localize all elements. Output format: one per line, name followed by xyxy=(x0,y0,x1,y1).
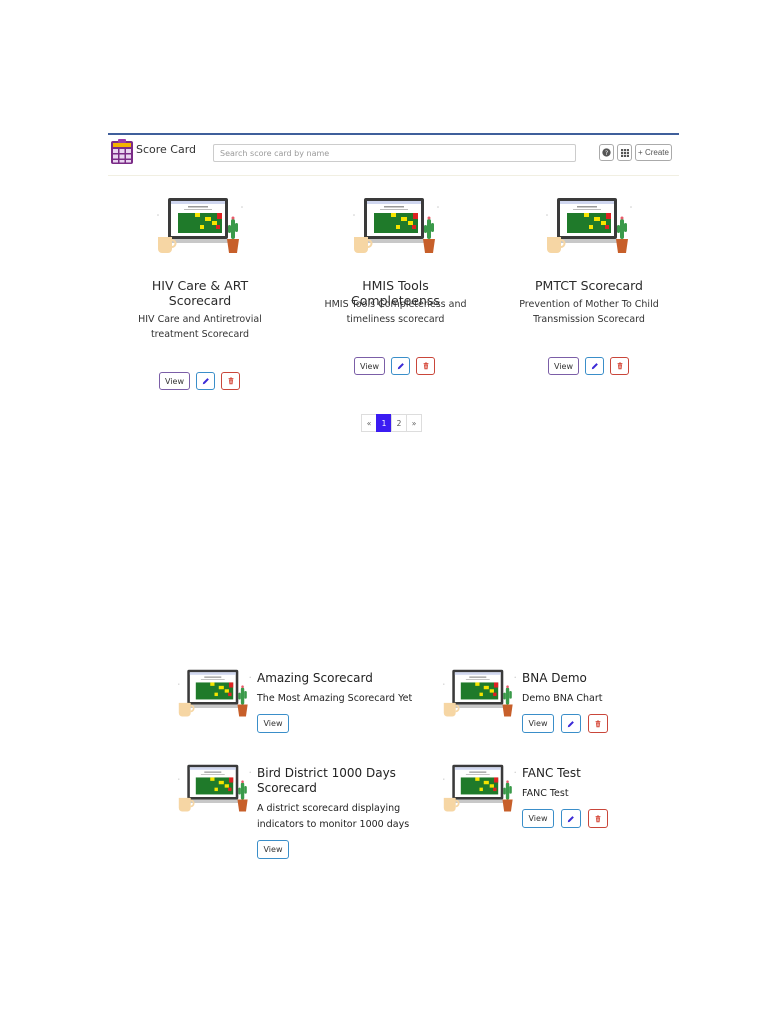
edit-button[interactable] xyxy=(196,372,215,390)
card-title: HIV Care & ART Scorecard xyxy=(130,278,270,308)
list-item-title: FANC Test xyxy=(522,766,581,781)
card-description: HMIS Tools Completeness and timeliness sc… xyxy=(318,298,473,327)
card-description-line: Prevention of Mother To Child xyxy=(519,299,659,310)
help-button[interactable]: ? xyxy=(599,144,614,161)
card-actions: View xyxy=(159,372,240,390)
list-item-actions: View xyxy=(522,714,608,733)
pagination-prev[interactable]: « xyxy=(361,414,377,432)
list-item-title-line: Amazing Scorecard xyxy=(257,671,373,685)
scorecard-thumbnail xyxy=(352,198,439,253)
scorecard-thumbnail xyxy=(178,764,251,812)
list-item-description: Demo BNA Chart xyxy=(522,691,603,707)
trash-icon xyxy=(423,362,428,370)
view-button[interactable]: View xyxy=(159,372,190,390)
card-title-line: PMTCT Scorecard xyxy=(535,278,643,293)
card-description-line: HMIS Tools Completeness and xyxy=(324,299,467,310)
edit-button[interactable] xyxy=(391,357,410,375)
scorecard-list-item: Bird District 1000 Days Scorecard A distri… xyxy=(172,762,432,872)
pencil-icon xyxy=(202,378,209,385)
scorecard-card: PMTCT Scorecard Prevention of Mother To C… xyxy=(514,195,664,395)
edit-button[interactable] xyxy=(561,714,581,733)
trash-icon xyxy=(595,719,601,727)
pagination-page-1[interactable]: 1 xyxy=(376,414,392,432)
list-item-title-line: Scorecard xyxy=(257,781,317,795)
card-actions: View xyxy=(548,357,629,375)
edit-button[interactable] xyxy=(585,357,604,375)
list-item-actions: View xyxy=(257,840,289,859)
pagination-next[interactable]: » xyxy=(406,414,422,432)
scorecard-card: HIV Care & ART Scorecard HIV Care and Anti… xyxy=(130,195,270,395)
card-description-line: treatment Scorecard xyxy=(150,328,250,340)
card-title-line: Scorecard xyxy=(168,293,232,308)
scorecard-logo-icon xyxy=(111,139,133,164)
delete-button[interactable] xyxy=(588,809,608,828)
view-button[interactable]: View xyxy=(522,809,554,828)
list-item-description: The Most Amazing Scorecard Yet xyxy=(257,691,412,707)
scorecard-thumbnail xyxy=(443,764,516,812)
list-item-title: Amazing Scorecard xyxy=(257,671,373,686)
scorecard-list-item: BNA Demo Demo BNA Chart View xyxy=(437,667,697,777)
card-description-line: Transmission Scorecard xyxy=(533,313,645,325)
list-item-title: Bird District 1000 Days Scorecard xyxy=(257,766,396,796)
delete-button[interactable] xyxy=(588,714,608,733)
card-description: HIV Care and Antiretrovial treatment Scor… xyxy=(130,313,270,342)
view-button[interactable]: View xyxy=(257,840,289,859)
scorecard-thumbnail xyxy=(546,198,632,253)
scorecard-card: HMIS Tools Completeenss HMIS Tools Comple… xyxy=(318,195,473,395)
list-item-description-line: The Most Amazing Scorecard Yet xyxy=(257,693,413,704)
list-item-description-line: indicators to monitor 1000 days xyxy=(257,819,410,830)
list-item-title-line: BNA Demo xyxy=(522,671,587,685)
pencil-icon xyxy=(591,363,598,370)
pagination-page-2[interactable]: 2 xyxy=(391,414,407,432)
pagination: « 1 2 » xyxy=(361,414,422,432)
view-button[interactable]: View xyxy=(548,357,579,375)
scorecard-thumbnail xyxy=(443,669,516,717)
scorecard-thumbnail xyxy=(178,669,251,717)
list-item-description-line: Demo BNA Chart xyxy=(522,693,603,704)
pencil-icon xyxy=(567,815,574,822)
list-item-description-line: FANC Test xyxy=(522,788,569,799)
view-button[interactable]: View xyxy=(522,714,554,733)
list-item-title: BNA Demo xyxy=(522,671,587,686)
search-input[interactable] xyxy=(213,144,576,162)
card-actions: View xyxy=(354,357,435,375)
view-button[interactable]: View xyxy=(257,714,289,733)
grid-view-button[interactable] xyxy=(617,144,632,161)
svg-text:?: ? xyxy=(605,150,608,157)
list-item-description: A district scorecard displaying indicator… xyxy=(257,801,409,833)
card-description: Prevention of Mother To Child Transmissio… xyxy=(514,298,664,327)
card-title-line: HIV Care & ART xyxy=(151,278,249,293)
question-circle-icon: ? xyxy=(602,148,611,157)
view-button[interactable]: View xyxy=(354,357,385,375)
card-title: PMTCT Scorecard xyxy=(514,278,664,293)
scorecard-thumbnail xyxy=(157,198,243,253)
scorecard-list-item: FANC Test FANC Test View xyxy=(437,762,697,872)
list-item-actions: View xyxy=(257,714,289,733)
card-description-line: timeliness scorecard xyxy=(346,313,445,325)
app-header: Score Card ? + Create xyxy=(108,133,679,176)
delete-button[interactable] xyxy=(416,357,435,375)
list-item-title-line: Bird District 1000 Days xyxy=(257,766,396,780)
list-item-title-line: FANC Test xyxy=(522,766,581,780)
list-item-description-line: A district scorecard displaying xyxy=(257,803,401,814)
delete-button[interactable] xyxy=(221,372,240,390)
pencil-icon xyxy=(567,720,574,727)
create-button[interactable]: + Create xyxy=(635,144,672,161)
app-title: Score Card xyxy=(136,143,197,156)
trash-icon xyxy=(228,377,233,385)
card-description-line: HIV Care and Antiretrovial xyxy=(138,314,262,325)
trash-icon xyxy=(595,814,601,822)
grid-view-icon xyxy=(620,148,629,157)
delete-button[interactable] xyxy=(610,357,629,375)
edit-button[interactable] xyxy=(561,809,581,828)
trash-icon xyxy=(617,362,622,370)
list-item-actions: View xyxy=(522,809,608,828)
scorecard-list-item: Amazing Scorecard The Most Amazing Scorec… xyxy=(172,667,432,777)
pencil-icon xyxy=(397,363,404,370)
list-item-description: FANC Test xyxy=(522,786,569,802)
